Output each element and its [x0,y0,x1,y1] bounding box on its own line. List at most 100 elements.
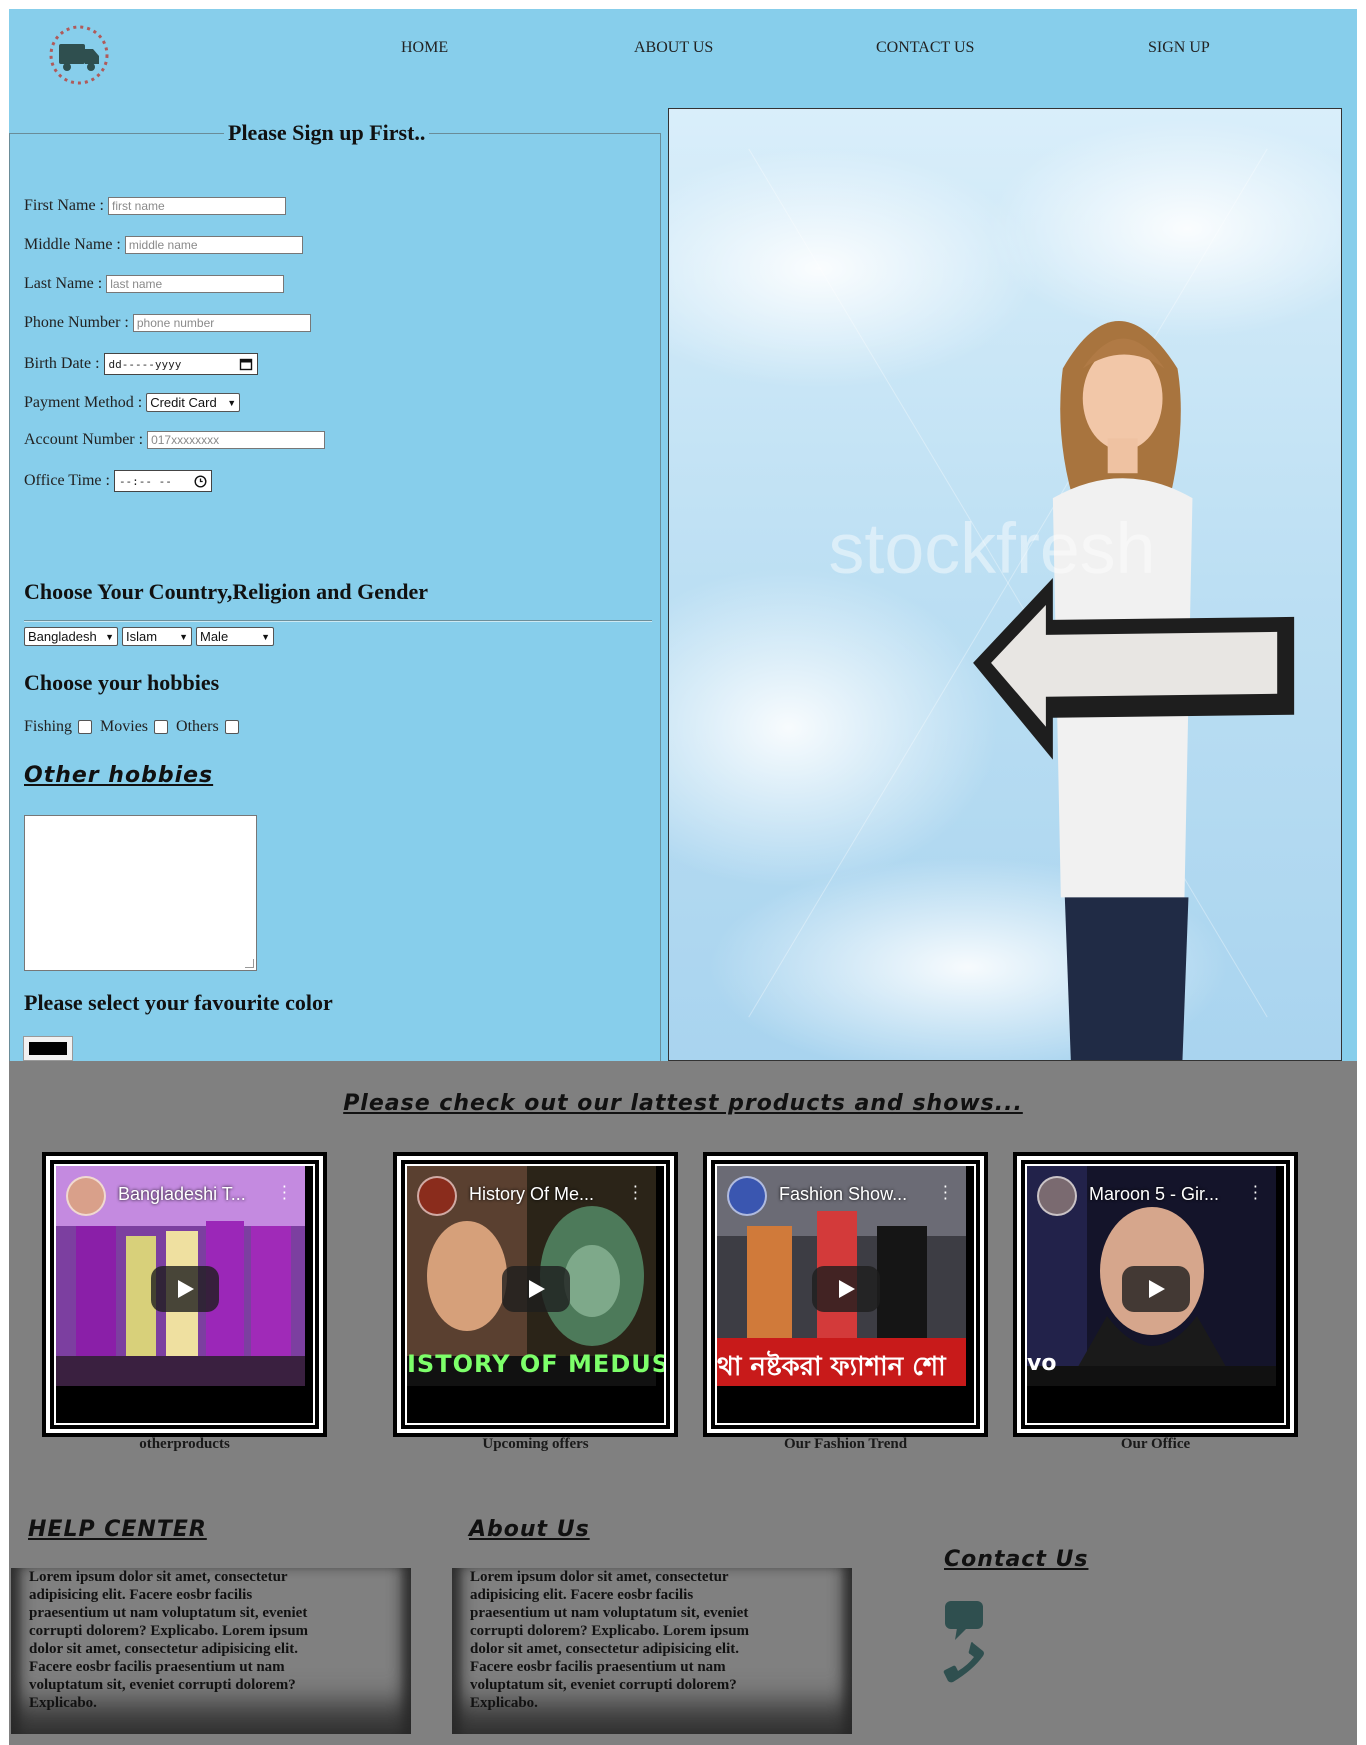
play-button-icon[interactable] [1121,1266,1190,1312]
nav-contact-us[interactable]: CONTACT US [876,39,974,57]
about-us-text-box: Lorem ipsum dolor sit amet, consectetur … [452,1568,852,1734]
video-embed-2[interactable]: History Of Me... · · · ISTORY OF MEDUSA [393,1152,678,1437]
clock-icon[interactable] [194,474,207,488]
form-legend: Please Sign up First.. [228,120,426,145]
channel-avatar[interactable] [1037,1176,1077,1216]
video-title[interactable]: History Of Me... [469,1184,594,1205]
hero-watermark: stockfresh [829,509,1156,589]
products-title: Please check out our lattest products an… [343,1091,1023,1116]
video-caption-2: Upcoming offers [482,1436,589,1452]
video-screen: History Of Me... · · · ISTORY OF MEDUSA [407,1166,664,1423]
video-embed-1[interactable]: Bangladeshi T... · · · [42,1152,327,1437]
nav-sign-up[interactable]: SIGN UP [1148,39,1210,57]
video-screen: Maroon 5 - Gir... · · · vo [1027,1166,1284,1423]
video-screen: Bangladeshi T... · · · [56,1166,313,1423]
middle-name-input[interactable] [124,236,303,254]
help-center-title: HELP CENTER [28,1517,207,1542]
hobby-fishing-checkbox[interactable] [78,720,93,734]
gender-value: Male [200,629,229,644]
first-name-label: First Name : [24,197,104,214]
signup-form: Please Sign up First.. First Name : Midd… [9,120,661,1066]
hobby-others-checkbox[interactable] [224,720,239,734]
phone-input[interactable] [132,314,311,332]
hobbies-row: Fishing Movies Others [24,718,247,736]
more-options-icon[interactable]: · · · [1253,1179,1258,1207]
delivery-truck-logo-icon[interactable] [47,23,111,87]
video-embed-4[interactable]: Maroon 5 - Gir... · · · vo [1013,1152,1298,1437]
country-select[interactable]: Bangladesh ▼ [24,627,118,646]
more-options-icon[interactable]: · · · [282,1179,287,1207]
first-name-input[interactable] [108,197,286,215]
birth-date-value: dd-----yyyy [108,357,182,371]
country-heading: Choose Your Country,Religion and Gender [24,579,428,604]
video-title[interactable]: Bangladeshi T... [118,1184,246,1205]
hobbies-heading: Choose your hobbies [24,670,220,695]
video-embed-3[interactable]: Fashion Show... · · · থা নষ্টকরা ফ্যাশান শ… [703,1152,988,1437]
last-name-label: Last Name : [24,275,103,292]
contact-icons [943,1601,984,1683]
hero-image: stockfresh [668,108,1342,1061]
signup-section: HOME ABOUT US CONTACT US SIGN UP Please … [9,9,1357,1066]
chevron-down-icon: ▼ [105,631,114,642]
chevron-down-icon: ▼ [227,397,237,408]
gender-select[interactable]: Male ▼ [196,627,274,646]
payment-label: Payment Method : [24,393,143,411]
video-caption-3: Our Fashion Trend [783,1436,908,1452]
account-input[interactable] [147,431,326,449]
birth-date-label: Birth Date : [24,355,100,372]
calendar-icon[interactable] [239,357,253,371]
office-time-label: Office Time : [24,472,110,489]
help-center-text: Lorem ipsum dolor sit amet, consectetur … [29,1569,309,1711]
video-overlay-text: ISTORY OF MEDUSA [407,1350,664,1378]
nav-about-us[interactable]: ABOUT US [634,39,713,57]
payment-select[interactable]: Credit Card ▼ [146,393,241,412]
payment-value: Credit Card [150,395,217,410]
video-screen: Fashion Show... · · · থা নষ্টকরা ফ্যাশান শ… [717,1166,974,1423]
color-picker[interactable] [23,1036,73,1061]
chevron-down-icon: ▼ [261,631,270,642]
other-hobbies-heading: Other hobbies [24,763,214,788]
video-caption-1: otherproducts [139,1436,230,1452]
video-title[interactable]: Fashion Show... [779,1184,907,1205]
last-name-row: Last Name : [24,275,285,293]
nav-home[interactable]: HOME [401,39,448,57]
office-time-value: --:-- -- [118,474,172,488]
page: HOME ABOUT US CONTACT US SIGN UP Please … [9,9,1357,1745]
video-overlay-text: থা নষ্টকরা ফ্যাশান শো [717,1352,946,1382]
play-button-icon[interactable] [501,1266,570,1312]
account-row: Account Number : [24,431,326,449]
last-name-input[interactable] [106,275,285,293]
channel-avatar[interactable] [66,1176,106,1216]
play-button-icon[interactable] [811,1266,880,1312]
religion-value: Islam [126,629,158,644]
help-center-text-box: Lorem ipsum dolor sit amet, consectetur … [11,1568,411,1734]
office-time-row: Office Time : --:-- -- [24,470,212,492]
hobby-fishing-label: Fishing [24,718,73,735]
color-swatch [29,1042,67,1055]
chat-bubble-icon[interactable] [945,1601,983,1640]
phone-row: Phone Number : [24,314,311,332]
contact-us-title: Contact Us [944,1547,1089,1572]
country-value: Bangladesh [28,629,97,644]
country-religion-gender-row: Bangladesh ▼ Islam ▼ Male ▼ [24,627,274,646]
video-caption-4: Our Office [1120,1436,1191,1452]
channel-avatar[interactable] [727,1176,767,1216]
chevron-down-icon: ▼ [179,631,188,642]
religion-select[interactable]: Islam ▼ [122,627,192,646]
divider [24,620,652,622]
resize-handle-icon[interactable] [245,959,254,968]
birth-date-input[interactable]: dd-----yyyy [103,353,258,375]
play-button-icon[interactable] [150,1266,219,1312]
channel-avatar[interactable] [417,1176,457,1216]
color-heading: Please select your favourite color [24,990,333,1015]
other-hobbies-textarea[interactable] [24,815,257,971]
office-time-input[interactable]: --:-- -- [113,470,212,492]
phone-label: Phone Number : [24,314,129,331]
more-options-icon[interactable]: · · · [943,1179,948,1207]
video-title[interactable]: Maroon 5 - Gir... [1089,1184,1219,1205]
video-overlay-text: vo [1027,1351,1057,1376]
middle-name-label: Middle Name : [24,236,121,253]
more-options-icon[interactable]: · · · [633,1179,638,1207]
hobby-movies-checkbox[interactable] [154,720,169,734]
phone-icon[interactable] [943,1642,984,1683]
